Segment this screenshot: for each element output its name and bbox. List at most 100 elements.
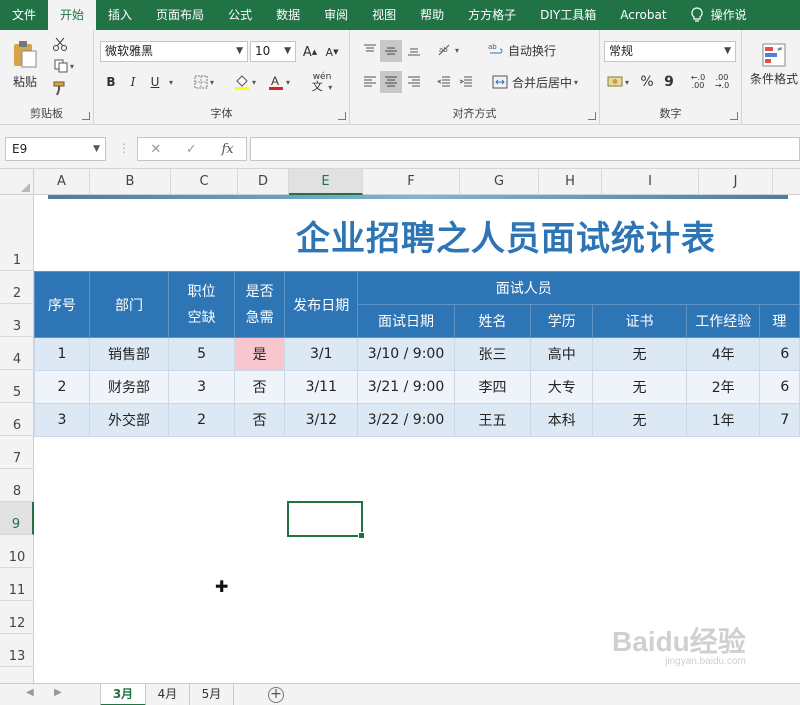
column-header[interactable]: C [171,169,238,195]
row-header[interactable]: 12 [0,601,34,634]
increase-indent-icon[interactable] [456,72,476,92]
decrease-decimal-icon[interactable]: .00 →.0 [712,72,732,92]
accounting-format-button[interactable]: ▾ [604,72,632,92]
column-header[interactable]: B [90,169,171,195]
sheet-tab-april[interactable]: 4月 [146,684,190,705]
tab-home[interactable]: 开始 [48,0,97,30]
header-dept[interactable]: 部门 [88,271,170,338]
header-cut[interactable]: 理 [759,304,800,338]
row-header[interactable]: 11 [0,568,34,601]
row-header-selected[interactable]: 9 [0,502,34,535]
row-header[interactable]: 5 [0,370,34,403]
row-header[interactable]: 3 [0,304,34,337]
tab-file[interactable]: 文件 [0,0,48,30]
alignment-launcher-icon[interactable] [588,112,596,120]
header-post[interactable]: 职位空缺 [168,271,236,338]
cell-education[interactable]: 大专 [530,370,593,404]
sheet-title[interactable]: 企业招聘之人员面试统计表 [296,211,716,260]
cell-certificate[interactable]: 无 [591,370,688,404]
tab-acrobat[interactable]: Acrobat [608,0,678,30]
tab-review[interactable]: 审阅 [312,0,360,30]
cell-urgent-highlighted[interactable]: 是 [234,337,286,371]
font-color-button[interactable]: A ▾ [264,70,294,94]
header-certificate[interactable]: 证书 [591,304,688,338]
align-left-icon[interactable] [360,72,380,92]
font-size-combo[interactable]: 10 ▼ [250,41,296,62]
column-header-selected[interactable]: E [289,169,363,195]
wrap-text-button[interactable]: ab 自动换行 [486,40,558,60]
cell-seq[interactable]: 2 [34,370,90,404]
merge-center-button[interactable]: 合并后居中 ▾ [486,72,584,92]
cell-experience[interactable]: 2年 [686,370,761,404]
underline-button[interactable]: U [146,72,164,92]
underline-dropdown[interactable]: ▾ [164,72,176,92]
cell-experience[interactable]: 1年 [686,403,761,437]
decrease-font-icon[interactable]: A ▼ [322,42,342,62]
column-header[interactable] [773,169,800,195]
bold-button[interactable]: B [102,72,120,92]
column-header[interactable]: H [539,169,602,195]
cell-cut[interactable]: 6 [759,337,800,371]
header-publish[interactable]: 发布日期 [284,271,359,338]
cell-urgent[interactable]: 否 [234,370,286,404]
row-header[interactable]: 4 [0,337,34,370]
tab-data[interactable]: 数据 [264,0,312,30]
cell-seq[interactable]: 3 [34,403,90,437]
cell-dept[interactable]: 外交部 [88,403,170,437]
cell-post[interactable]: 3 [168,370,236,404]
header-experience[interactable]: 工作经验 [686,304,761,338]
column-header[interactable]: G [460,169,539,195]
header-seq[interactable]: 序号 [34,271,90,338]
cell-education[interactable]: 高中 [530,337,593,371]
italic-button[interactable]: I [124,72,142,92]
row-header[interactable]: 7 [0,436,34,469]
sheet-tab-may[interactable]: 5月 [190,684,234,705]
conditional-format-button[interactable]: ≠ 条件格式 [748,36,800,92]
cell-certificate[interactable]: 无 [591,337,688,371]
cell-cut[interactable]: 7 [759,403,800,437]
worksheet-grid[interactable]: 企业招聘之人员面试统计表 序号 部门 职位空缺 是否急需 发布日期 面试人员 面… [34,195,800,683]
cell-publish[interactable]: 3/12 [284,403,359,437]
row-header[interactable]: 1 [0,195,34,271]
column-header[interactable]: I [602,169,699,195]
cell-experience[interactable]: 4年 [686,337,761,371]
tab-formulas[interactable]: 公式 [216,0,264,30]
header-interviewees[interactable]: 面试人员 [357,271,800,305]
tell-me-search[interactable]: 操作说 [679,0,759,30]
add-sheet-button[interactable]: + [268,687,284,703]
cell-interview-date[interactable]: 3/22 / 9:00 [357,403,455,437]
select-all-button[interactable] [0,169,34,195]
header-name[interactable]: 姓名 [453,304,532,338]
percent-button[interactable]: % [638,72,656,92]
tab-view[interactable]: 视图 [360,0,408,30]
row-header[interactable]: 6 [0,403,34,436]
cut-button[interactable] [50,34,70,54]
tab-diy-toolbox[interactable]: DIY工具箱 [528,0,608,30]
comma-style-button[interactable]: 9 [660,72,678,92]
cell-name[interactable]: 王五 [453,403,532,437]
cell-cut[interactable]: 6 [759,370,800,404]
cell-seq[interactable]: 1 [34,337,90,371]
enter-icon[interactable]: ✓ [186,142,197,157]
prev-sheet-icon[interactable]: ◀ [26,687,34,698]
decrease-indent-icon[interactable] [434,72,454,92]
increase-font-icon[interactable]: A ▲ [300,42,320,62]
cancel-icon[interactable]: ✕ [150,142,161,157]
number-format-combo[interactable]: 常规 ▼ [604,41,736,62]
cell-post[interactable]: 5 [168,337,236,371]
align-right-icon[interactable] [404,72,424,92]
tab-help[interactable]: 帮助 [408,0,456,30]
borders-button[interactable]: ▾ [190,72,218,92]
cell-certificate[interactable]: 无 [591,403,688,437]
align-center-icon[interactable] [380,71,402,93]
fill-color-button[interactable]: ▾ [230,70,260,94]
cell-publish[interactable]: 3/11 [284,370,359,404]
cell-name[interactable]: 张三 [453,337,532,371]
row-header[interactable]: 2 [0,271,34,304]
next-sheet-icon[interactable]: ▶ [54,687,62,698]
cell-dept[interactable]: 销售部 [88,337,170,371]
phonetic-button[interactable]: wén 文 ▾ [306,70,338,94]
align-middle-icon[interactable] [380,40,402,62]
name-box[interactable]: E9 ▼ [5,137,106,161]
font-launcher-icon[interactable] [338,112,346,120]
